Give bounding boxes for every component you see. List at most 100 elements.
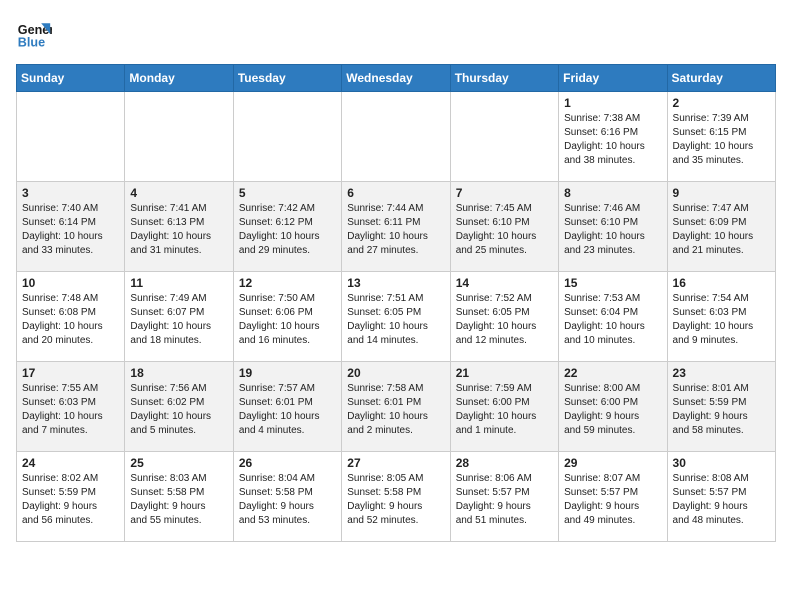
day-number: 16 (673, 276, 770, 290)
day-number: 15 (564, 276, 661, 290)
calendar-day-cell: 6 Sunrise: 7:44 AM Sunset: 6:11 PM Daylig… (342, 182, 450, 272)
calendar-day-cell: 5Sunrise: 7:42 AM Sunset: 6:12 PM Daylig… (233, 182, 341, 272)
calendar-day-cell: 10 Sunrise: 7:48 AM Sunset: 6:08 PM Dayli… (17, 272, 125, 362)
day-info: Sunrise: 7:39 AM Sunset: 6:15 PM Dayligh… (673, 112, 770, 168)
day-number: 7 (456, 186, 553, 200)
calendar-day-cell: 7 Sunrise: 7:45 AM Sunset: 6:10 PM Daylig… (450, 182, 558, 272)
day-info: Sunrise: 7:45 AM Sunset: 6:10 PM Dayligh… (456, 202, 553, 258)
day-info: Sunrise: 7:48 AM Sunset: 6:08 PM Dayligh… (22, 292, 119, 348)
day-number: 11 (130, 276, 227, 290)
calendar-day-cell: 13Sunrise: 7:51 AM Sunset: 6:05 PM Dayli… (342, 272, 450, 362)
calendar-day-cell: 30 Sunrise: 8:08 AM Sunset: 5:57 PM Dayli… (667, 452, 775, 542)
day-info: Sunrise: 7:46 AM Sunset: 6:10 PM Dayligh… (564, 202, 661, 258)
weekday-header-cell: Tuesday (233, 65, 341, 92)
calendar-day-cell: 21 Sunrise: 7:59 AM Sunset: 6:00 PM Dayli… (450, 362, 558, 452)
calendar-day-cell: 29Sunrise: 8:07 AM Sunset: 5:57 PM Dayli… (559, 452, 667, 542)
calendar-week-row: 17 Sunrise: 7:55 AM Sunset: 6:03 PM Dayli… (17, 362, 776, 452)
day-info: Sunrise: 8:01 AM Sunset: 5:59 PM Dayligh… (673, 382, 770, 438)
calendar-body: 1 Sunrise: 7:38 AM Sunset: 6:16 PM Daylig… (17, 92, 776, 542)
calendar-day-cell: 17 Sunrise: 7:55 AM Sunset: 6:03 PM Dayli… (17, 362, 125, 452)
day-number: 20 (347, 366, 444, 380)
day-info: Sunrise: 8:00 AM Sunset: 6:00 PM Dayligh… (564, 382, 661, 438)
day-info: Sunrise: 8:02 AM Sunset: 5:59 PM Dayligh… (22, 472, 119, 528)
calendar-day-cell: 15 Sunrise: 7:53 AM Sunset: 6:04 PM Dayli… (559, 272, 667, 362)
day-info: Sunrise: 7:54 AM Sunset: 6:03 PM Dayligh… (673, 292, 770, 348)
calendar-week-row: 3 Sunrise: 7:40 AM Sunset: 6:14 PM Daylig… (17, 182, 776, 272)
calendar-day-cell: 1 Sunrise: 7:38 AM Sunset: 6:16 PM Daylig… (559, 92, 667, 182)
calendar-day-cell: 22 Sunrise: 8:00 AM Sunset: 6:00 PM Dayli… (559, 362, 667, 452)
day-number: 25 (130, 456, 227, 470)
calendar-day-cell: 23 Sunrise: 8:01 AM Sunset: 5:59 PM Dayli… (667, 362, 775, 452)
day-info: Sunrise: 8:03 AM Sunset: 5:58 PM Dayligh… (130, 472, 227, 528)
day-info: Sunrise: 7:38 AM Sunset: 6:16 PM Dayligh… (564, 112, 661, 168)
day-number: 19 (239, 366, 336, 380)
weekday-header-cell: Thursday (450, 65, 558, 92)
day-info: Sunrise: 7:55 AM Sunset: 6:03 PM Dayligh… (22, 382, 119, 438)
day-info: Sunrise: 7:50 AM Sunset: 6:06 PM Dayligh… (239, 292, 336, 348)
calendar-day-cell: 26 Sunrise: 8:04 AM Sunset: 5:58 PM Dayli… (233, 452, 341, 542)
day-number: 8 (564, 186, 661, 200)
calendar-week-row: 10 Sunrise: 7:48 AM Sunset: 6:08 PM Dayli… (17, 272, 776, 362)
calendar-day-cell: 20 Sunrise: 7:58 AM Sunset: 6:01 PM Dayli… (342, 362, 450, 452)
calendar-day-cell: 4Sunrise: 7:41 AM Sunset: 6:13 PM Daylig… (125, 182, 233, 272)
day-info: Sunrise: 7:59 AM Sunset: 6:00 PM Dayligh… (456, 382, 553, 438)
calendar-day-cell: 12Sunrise: 7:50 AM Sunset: 6:06 PM Dayli… (233, 272, 341, 362)
day-number: 18 (130, 366, 227, 380)
weekday-header-cell: Saturday (667, 65, 775, 92)
day-number: 17 (22, 366, 119, 380)
day-number: 3 (22, 186, 119, 200)
day-number: 22 (564, 366, 661, 380)
header: General Blue (16, 16, 776, 52)
day-number: 26 (239, 456, 336, 470)
calendar-day-cell: 19 Sunrise: 7:57 AM Sunset: 6:01 PM Dayli… (233, 362, 341, 452)
day-info: Sunrise: 7:57 AM Sunset: 6:01 PM Dayligh… (239, 382, 336, 438)
day-number: 23 (673, 366, 770, 380)
weekday-header-cell: Sunday (17, 65, 125, 92)
day-info: Sunrise: 7:49 AM Sunset: 6:07 PM Dayligh… (130, 292, 227, 348)
svg-text:Blue: Blue (18, 36, 45, 50)
calendar-day-cell (17, 92, 125, 182)
day-info: Sunrise: 8:05 AM Sunset: 5:58 PM Dayligh… (347, 472, 444, 528)
weekday-header-cell: Friday (559, 65, 667, 92)
weekday-header-row: SundayMondayTuesdayWednesdayThursdayFrid… (17, 65, 776, 92)
calendar-day-cell: 8 Sunrise: 7:46 AM Sunset: 6:10 PM Daylig… (559, 182, 667, 272)
calendar-day-cell: 14 Sunrise: 7:52 AM Sunset: 6:05 PM Dayli… (450, 272, 558, 362)
weekday-header-cell: Monday (125, 65, 233, 92)
calendar-day-cell (125, 92, 233, 182)
calendar-day-cell: 28 Sunrise: 8:06 AM Sunset: 5:57 PM Dayli… (450, 452, 558, 542)
calendar-week-row: 24 Sunrise: 8:02 AM Sunset: 5:59 PM Dayli… (17, 452, 776, 542)
day-number: 21 (456, 366, 553, 380)
day-number: 13 (347, 276, 444, 290)
day-number: 6 (347, 186, 444, 200)
calendar-day-cell: 2 Sunrise: 7:39 AM Sunset: 6:15 PM Daylig… (667, 92, 775, 182)
calendar-day-cell: 11 Sunrise: 7:49 AM Sunset: 6:07 PM Dayli… (125, 272, 233, 362)
day-number: 5 (239, 186, 336, 200)
day-info: Sunrise: 7:52 AM Sunset: 6:05 PM Dayligh… (456, 292, 553, 348)
day-info: Sunrise: 7:58 AM Sunset: 6:01 PM Dayligh… (347, 382, 444, 438)
logo: General Blue (16, 16, 56, 52)
day-info: Sunrise: 7:41 AM Sunset: 6:13 PM Dayligh… (130, 202, 227, 258)
calendar-day-cell (450, 92, 558, 182)
day-number: 10 (22, 276, 119, 290)
day-info: Sunrise: 7:40 AM Sunset: 6:14 PM Dayligh… (22, 202, 119, 258)
calendar-day-cell: 18Sunrise: 7:56 AM Sunset: 6:02 PM Dayli… (125, 362, 233, 452)
day-number: 14 (456, 276, 553, 290)
day-info: Sunrise: 8:04 AM Sunset: 5:58 PM Dayligh… (239, 472, 336, 528)
day-info: Sunrise: 7:53 AM Sunset: 6:04 PM Dayligh… (564, 292, 661, 348)
logo-icon: General Blue (16, 16, 52, 52)
day-number: 2 (673, 96, 770, 110)
day-info: Sunrise: 7:44 AM Sunset: 6:11 PM Dayligh… (347, 202, 444, 258)
day-number: 30 (673, 456, 770, 470)
calendar-day-cell: 3 Sunrise: 7:40 AM Sunset: 6:14 PM Daylig… (17, 182, 125, 272)
calendar-week-row: 1 Sunrise: 7:38 AM Sunset: 6:16 PM Daylig… (17, 92, 776, 182)
day-number: 24 (22, 456, 119, 470)
day-number: 28 (456, 456, 553, 470)
calendar-day-cell (342, 92, 450, 182)
day-info: Sunrise: 8:08 AM Sunset: 5:57 PM Dayligh… (673, 472, 770, 528)
day-info: Sunrise: 8:06 AM Sunset: 5:57 PM Dayligh… (456, 472, 553, 528)
day-number: 27 (347, 456, 444, 470)
calendar-day-cell (233, 92, 341, 182)
day-number: 9 (673, 186, 770, 200)
day-number: 1 (564, 96, 661, 110)
day-info: Sunrise: 8:07 AM Sunset: 5:57 PM Dayligh… (564, 472, 661, 528)
